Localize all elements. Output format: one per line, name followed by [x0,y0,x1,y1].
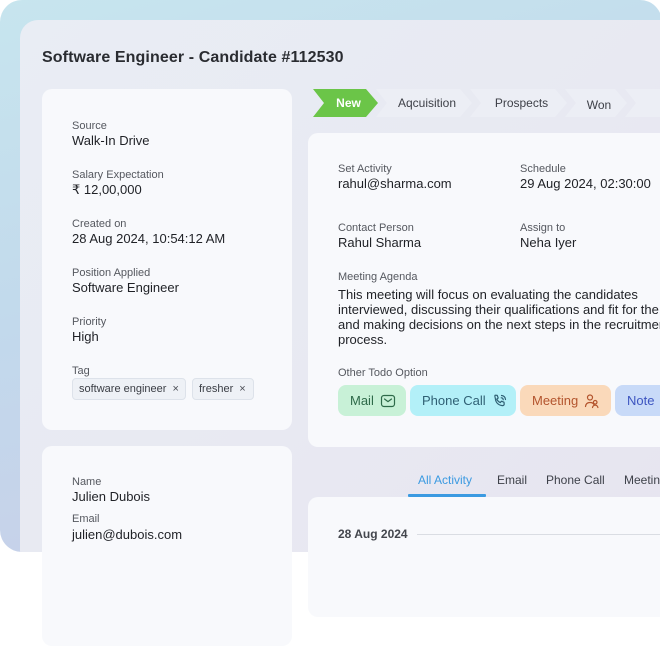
field-value-email: julien@dubois.com [72,527,183,542]
field-value-name: Julien Dubois [72,489,151,504]
assign-to-label: Assign to [520,222,566,234]
set-activity-label: Set Activity [338,163,392,175]
field-value-position: Software Engineer [72,280,179,295]
candidate-details-card: Source Walk-In Drive Salary Expectation … [42,89,292,430]
meeting-button-label: Meeting [532,393,579,408]
page-title: Software Engineer - Candidate #112530 [42,49,344,66]
contact-person-label: Contact Person [338,222,414,234]
field-label-tag: Tag [72,365,90,377]
agenda-line: process. [338,332,388,347]
tag-chip: software engineer × [72,378,186,400]
field-value-priority: High [72,329,99,344]
stage-label: Lost [656,96,660,110]
mail-icon [380,394,395,407]
timeline-divider [417,534,660,535]
field-label-name: Name [72,476,102,488]
tab-all-activity[interactable]: All Activity [418,473,472,487]
meeting-button[interactable]: Meeting [520,385,611,416]
contact-card: Name Julien Dubois Email julien@dubois.c… [42,446,292,646]
set-activity-value: rahul@sharma.com [338,176,452,191]
field-value-salary: ₹ 12,00,000 [72,182,142,197]
schedule-label: Schedule [520,163,566,175]
schedule-value: 29 Aug 2024, 02:30:00 [520,176,651,191]
field-label-position: Position Applied [72,267,151,279]
field-label-salary: Salary Expectation [72,169,164,181]
tab-email[interactable]: Email [497,473,527,487]
agenda-line: This meeting will focus on evaluating th… [338,287,638,302]
remove-tag-icon[interactable]: × [172,379,178,399]
field-value-created: 28 Aug 2024, 10:54:12 AM [72,231,226,246]
meeting-agenda-label: Meeting Agenda [338,271,418,283]
timeline-date: 28 Aug 2024 [338,527,408,541]
stage-prospects[interactable]: Prospects [470,89,567,117]
meeting-agenda-text: This meeting will focus on evaluating th… [338,287,660,347]
stage-label: Won [586,97,612,112]
agenda-line: interviewed, discussing their qualificat… [338,302,659,317]
field-label-priority: Priority [72,316,107,328]
stage-label: Prospects [494,96,549,110]
mail-button[interactable]: Mail [338,385,406,416]
other-todo-label: Other Todo Option [338,367,428,379]
phone-call-button-label: Phone Call [422,393,486,408]
stage-label: New [336,96,361,110]
contact-person-value: Rahul Sharma [338,235,422,250]
users-icon [585,393,599,408]
stage-acquisition[interactable]: Aqcuisition [376,89,472,117]
phone-call-button[interactable]: Phone Call [410,385,516,416]
tag-text: fresher [199,383,234,395]
tag-text: software engineer [79,383,167,395]
timeline-card [308,497,660,617]
agenda-line: and making decisions on the next steps i… [338,317,660,332]
stage-label: Aqcuisition [397,96,457,110]
field-label-email: Email [72,513,100,525]
field-label-created: Created on [72,218,127,230]
field-value-source: Walk-In Drive [72,133,150,148]
phone-call-icon [493,394,506,406]
note-button[interactable]: Note [615,385,660,416]
field-label-source: Source [72,120,107,132]
mail-button-label: Mail [350,393,374,408]
note-button-label: Note [627,393,655,408]
assign-to-value: Neha Iyer [520,235,577,250]
tab-meeting[interactable]: Meeting [624,473,660,487]
remove-tag-icon[interactable]: × [239,379,245,399]
tab-phone-call[interactable]: Phone Call [546,473,605,487]
tag-chip: fresher × [192,378,254,400]
